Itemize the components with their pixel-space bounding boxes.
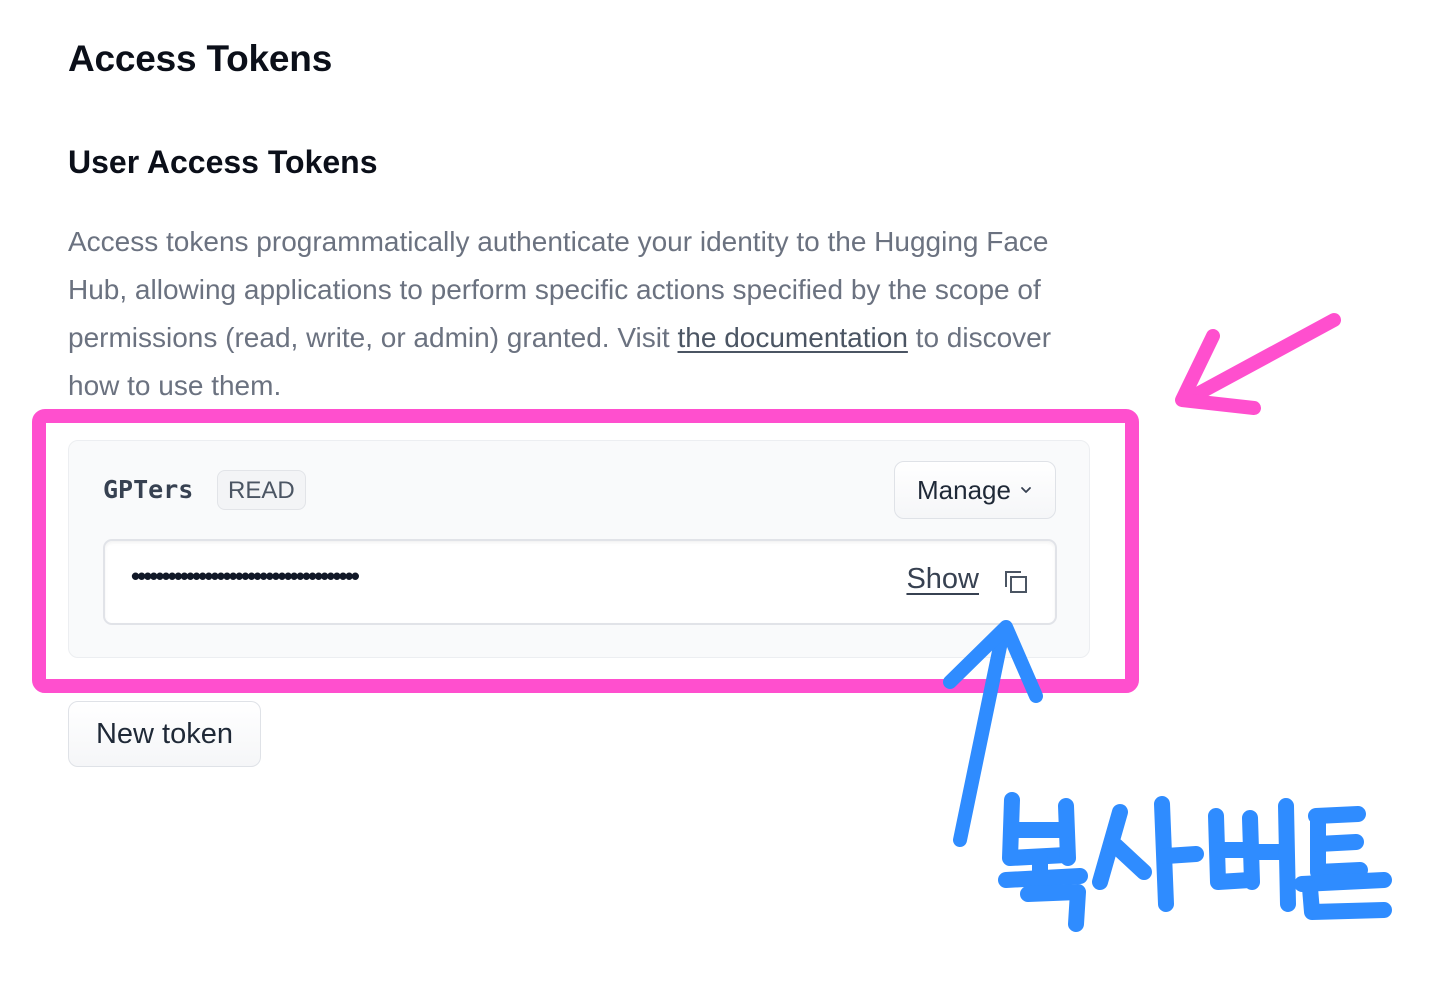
copy-icon[interactable] [1001, 567, 1031, 597]
access-tokens-page: Access Tokens User Access Tokens Access … [0, 0, 1454, 998]
role-badge: READ [217, 470, 306, 510]
show-token-link[interactable]: Show [906, 563, 979, 596]
manage-button[interactable]: Manage [894, 461, 1056, 519]
section-description: Access tokens programmatically authentic… [68, 218, 1078, 410]
pink-arrow [1175, 313, 1341, 415]
page-title: Access Tokens [68, 38, 333, 79]
blue-arrow [943, 620, 1043, 847]
handwritten-label [998, 792, 1392, 932]
chevron-down-icon [1021, 487, 1031, 493]
section-title: User Access Tokens [68, 144, 378, 180]
token-card: GPTers READ Manage •••••••••••••••••••••… [68, 440, 1090, 658]
documentation-link[interactable]: the documentation [678, 322, 908, 353]
token-name: GPTers [103, 475, 194, 504]
token-field: ••••••••••••••••••••••••••••••••••••• Sh… [103, 539, 1057, 625]
new-token-button[interactable]: New token [68, 701, 261, 767]
token-masked-value: ••••••••••••••••••••••••••••••••••••• [131, 561, 360, 591]
manage-label: Manage [917, 474, 1011, 505]
